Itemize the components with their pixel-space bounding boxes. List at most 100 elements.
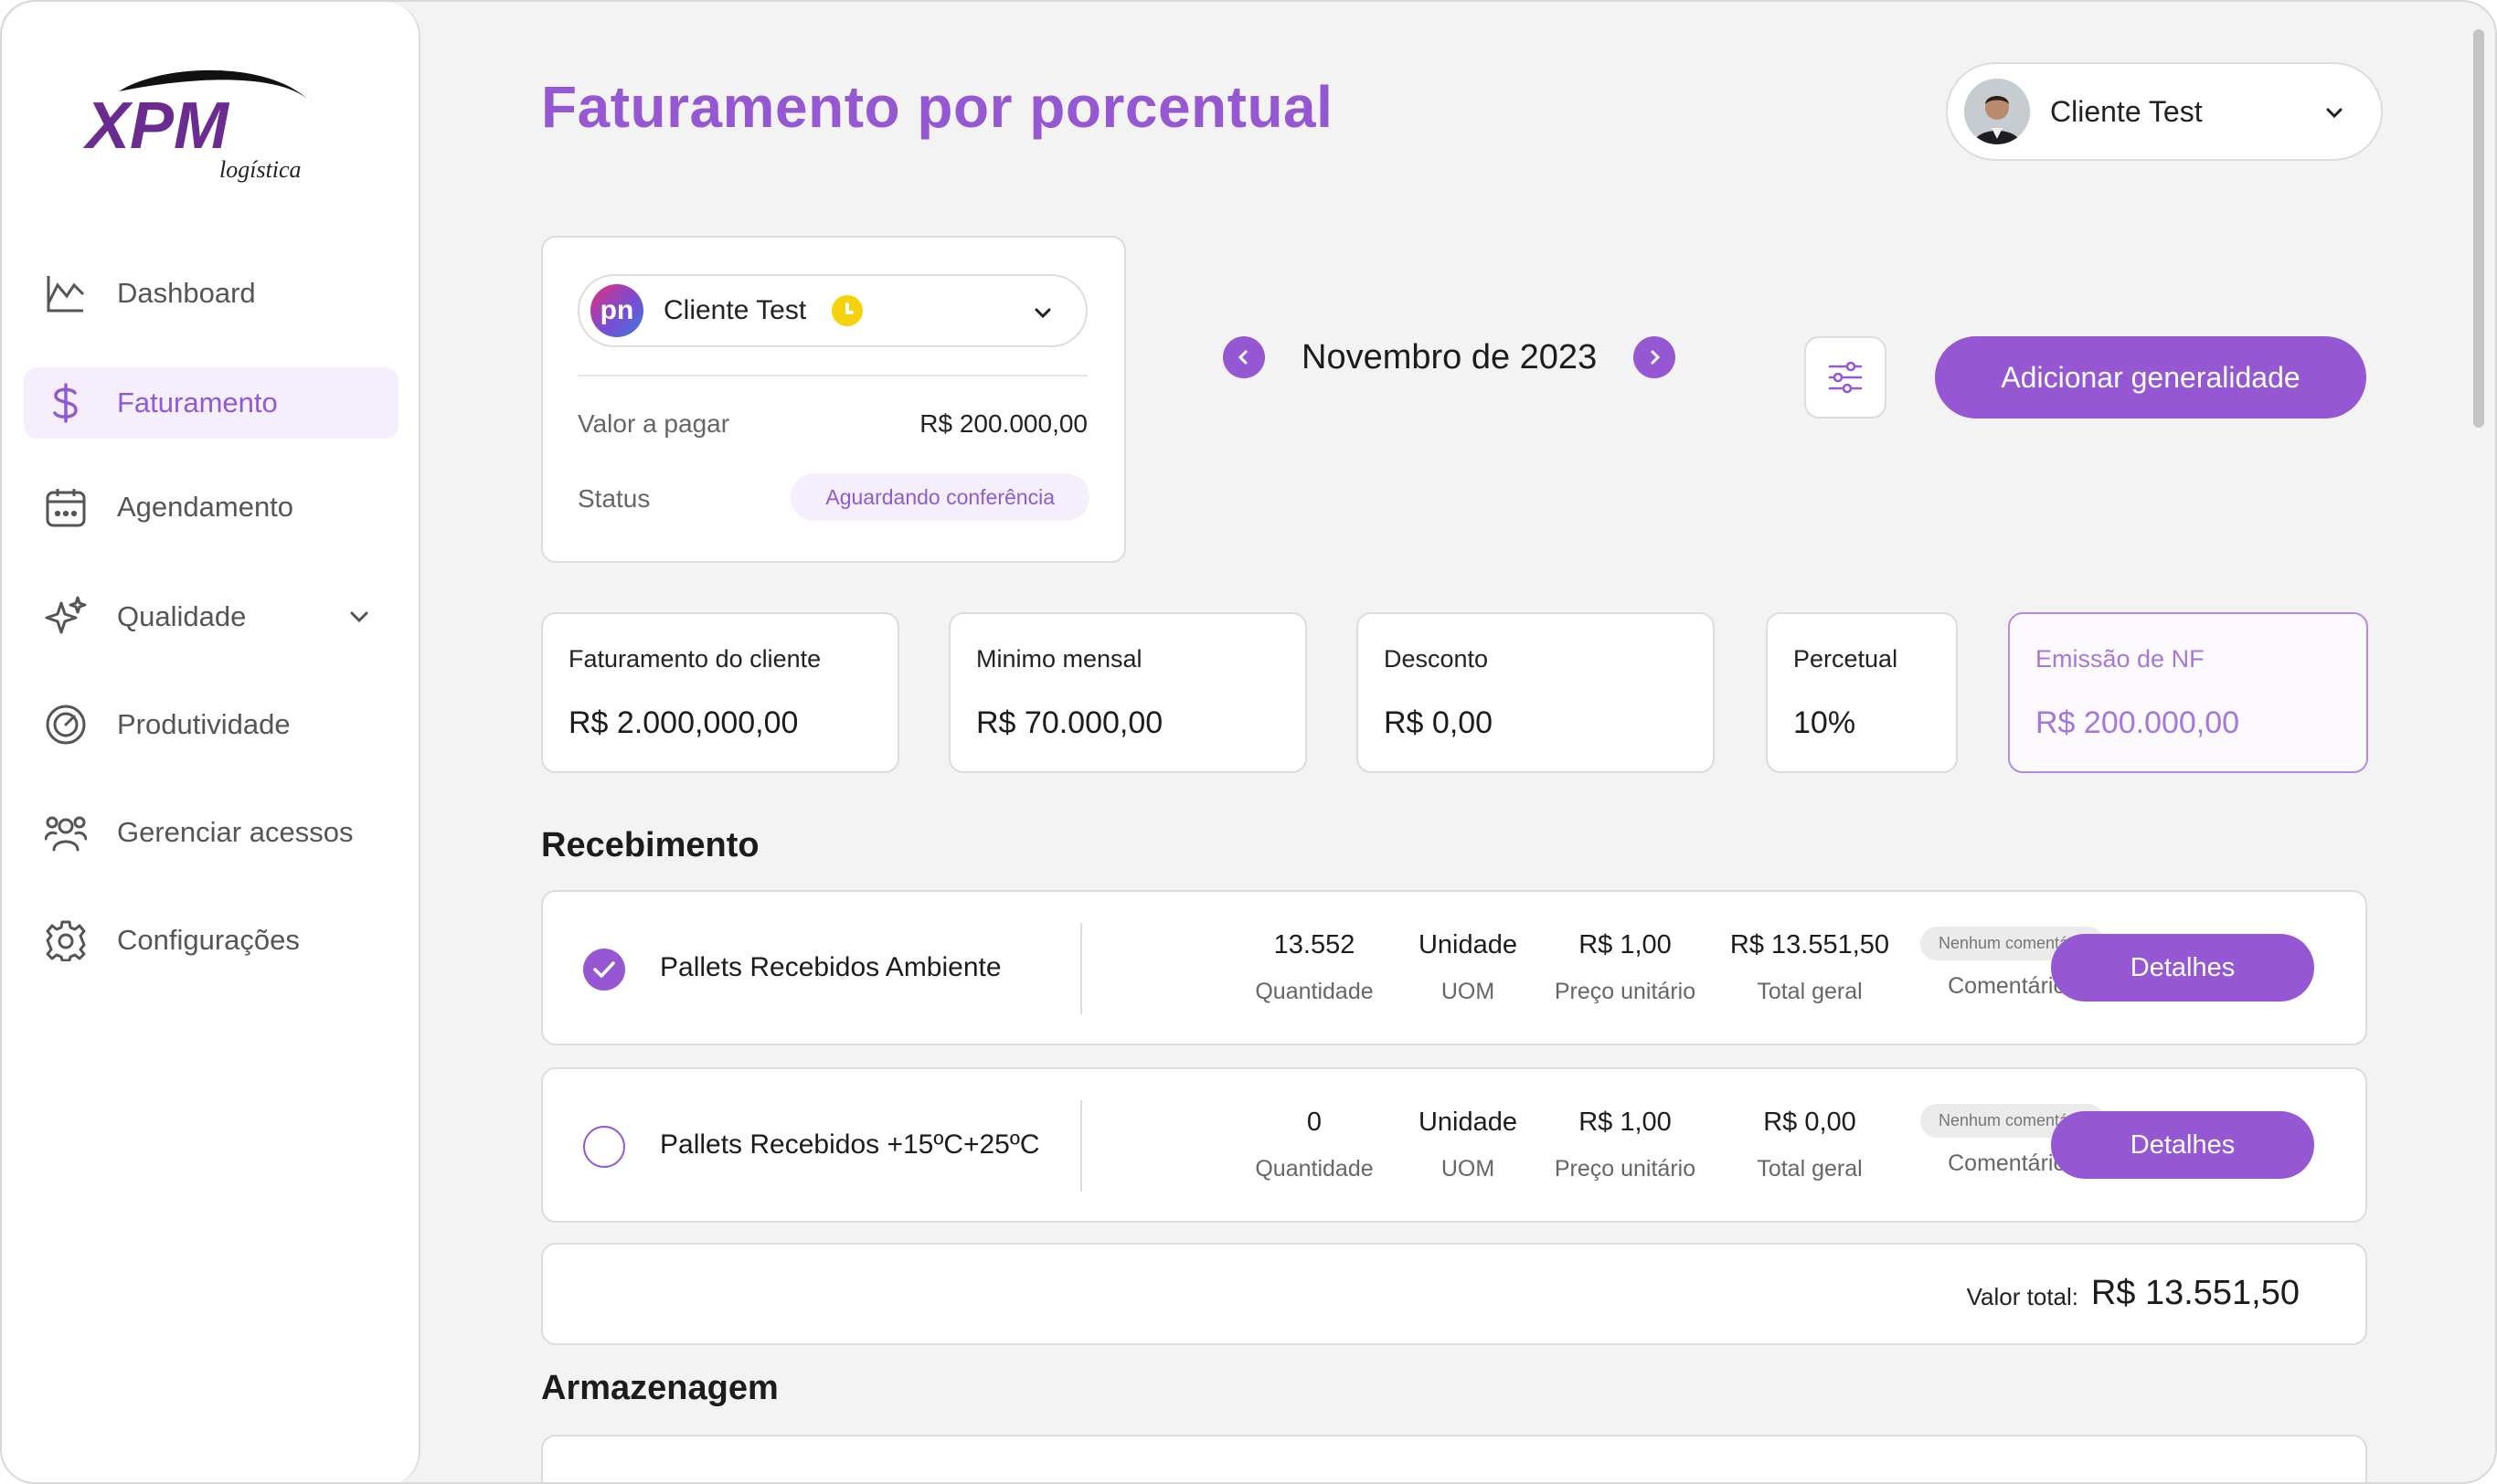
details-button[interactable]: Detalhes [2051,1111,2314,1179]
metric-card-faturamento: Faturamento do cliente R$ 2.000,000,00 [541,612,899,773]
sidebar-item-label: Produtividade [117,708,291,740]
client-summary-card: pn Cliente Test Valor a pagar R$ 200.000… [541,236,1126,563]
quantity-value: 0 [1306,1108,1323,1137]
quantity-cell: 13.552 Quantidade [1255,930,1373,1005]
status-label: Status [578,484,651,513]
filter-button[interactable] [1804,336,1886,419]
page-title: Faturamento por porcentual [541,74,1334,140]
metric-value: 10% [1793,705,1856,740]
sparkle-icon [42,593,90,641]
uom-value: Unidade [1418,930,1518,959]
add-generality-button[interactable]: Adicionar generalidade [1935,336,2366,419]
logo-subtitle: logística [219,156,302,183]
sidebar-item-configuracoes[interactable]: Configurações [24,905,398,976]
user-menu[interactable]: Cliente Test [1946,62,2383,161]
checkbox-unchecked[interactable] [583,1126,625,1168]
metric-card-minimo: Minimo mensal R$ 70.000,00 [949,612,1307,773]
app-window: XPM logística Dashboard Faturamento Agen… [0,0,2497,1484]
total-summary: Valor total: R$ 13.551,50 [541,1243,2367,1345]
unit-price-label: Preço unitário [1554,979,1696,1004]
unit-price-cell: R$ 1,00 Preço unitário [1555,1108,1695,1182]
clock-icon [832,295,864,326]
quantity-value: 13.552 [1273,930,1355,959]
divider [1080,1100,1082,1192]
chevron-right-icon [1651,350,1661,365]
total-label: Valor total: [1966,1283,2078,1310]
sidebar: XPM logística Dashboard Faturamento Agen… [2,2,420,1482]
calendar-icon [42,483,90,531]
metric-value: R$ 70.000,00 [976,705,1163,740]
total-label: Total geral [1757,979,1863,1004]
metric-label: Percetual [1793,645,1898,673]
logo-wordmark: XPM [82,90,230,163]
details-button[interactable]: Detalhes [2051,934,2314,1002]
client-select[interactable]: pn Cliente Test [578,274,1088,347]
gauge-icon [42,701,90,748]
sidebar-item-label: Gerenciar acessos [117,816,354,848]
sidebar-item-faturamento[interactable]: Faturamento [24,367,398,439]
total-value: R$ 13.551,50 [1729,930,1890,959]
row-name: Pallets Recebidos Ambiente [660,952,1002,982]
chevron-left-icon [1238,350,1248,365]
metric-card-emissao-nf: Emissão de NF R$ 200.000,00 [2008,612,2368,773]
sidebar-item-gerenciar-acessos[interactable]: Gerenciar acessos [24,797,398,868]
amount-value: R$ 200.000,00 [919,409,1088,438]
list-item: Pallets Recebidos Ambiente 13.552 Quanti… [541,890,2367,1045]
sidebar-item-agendamento[interactable]: Agendamento [24,472,398,543]
period-label: Novembro de 2023 [1302,337,1598,376]
user-name: Cliente Test [2050,94,2203,128]
uom-value: Unidade [1418,1108,1518,1137]
sidebar-item-qualidade[interactable]: Qualidade [24,581,398,652]
metric-value: R$ 200.000,00 [2035,705,2240,740]
total-value: R$ 13.551,50 [2090,1274,2300,1312]
metric-label: Emissão de NF [2035,645,2205,673]
previous-month-button[interactable] [1223,336,1265,378]
metric-value: R$ 0,00 [1384,705,1493,740]
check-icon [593,961,615,978]
section-title-armazenagem: Armazenagem [541,1369,779,1407]
sidebar-item-label: Faturamento [117,387,278,419]
metric-card-percentual: Percetual 10% [1766,612,1958,773]
scrollbar[interactable] [2473,29,2484,428]
total-cell: R$ 0,00 Total geral [1757,1108,1862,1182]
chevron-down-icon[interactable] [1031,301,1055,324]
uom-cell: Unidade UOM [1419,930,1517,1005]
chevron-down-icon[interactable] [2322,101,2346,124]
divider [1080,923,1082,1014]
total-value: R$ 0,00 [1763,1108,1856,1137]
quantity-label: Quantidade [1255,1156,1374,1182]
uom-label: UOM [1440,979,1495,1004]
checkbox-checked[interactable] [583,949,625,991]
sidebar-item-dashboard[interactable]: Dashboard [24,258,398,329]
chevron-down-icon[interactable] [345,603,373,631]
amount-label: Valor a pagar [578,409,730,438]
next-month-button[interactable] [1633,336,1676,378]
metric-value: R$ 2.000,000,00 [568,705,799,740]
metric-label: Faturamento do cliente [568,645,822,673]
main-content: Faturamento por porcentual Cliente Test … [422,2,2470,1482]
section-title-recebimento: Recebimento [541,826,760,864]
metric-label: Minimo mensal [976,645,1142,673]
metric-card-desconto: Desconto R$ 0,00 [1356,612,1715,773]
metric-label: Desconto [1384,645,1489,673]
unit-price-value: R$ 1,00 [1578,1108,1672,1137]
divider [578,375,1088,376]
quantity-cell: 0 Quantidade [1255,1108,1373,1182]
unit-price-value: R$ 1,00 [1578,930,1672,959]
sidebar-item-label: Qualidade [117,600,247,632]
sliders-icon [1828,361,1863,394]
uom-cell: Unidade UOM [1419,1108,1517,1182]
sidebar-item-label: Agendamento [117,491,294,523]
list-item: Pallets Recebidos +15ºC+25ºC 0 Quantidad… [541,1067,2367,1223]
sidebar-item-produtividade[interactable]: Produtividade [24,689,398,760]
brand-logo[interactable]: XPM logística [82,64,329,183]
total-label: Total geral [1757,1156,1863,1182]
row-name: Pallets Recebidos +15ºC+25ºC [660,1129,1040,1160]
users-icon [42,809,90,856]
unit-price-cell: R$ 1,00 Preço unitário [1555,930,1695,1005]
chart-icon [42,270,90,317]
quantity-label: Quantidade [1255,979,1374,1004]
dollar-icon [42,379,90,427]
unit-price-label: Preço unitário [1554,1156,1696,1182]
list-item [541,1435,2367,1482]
